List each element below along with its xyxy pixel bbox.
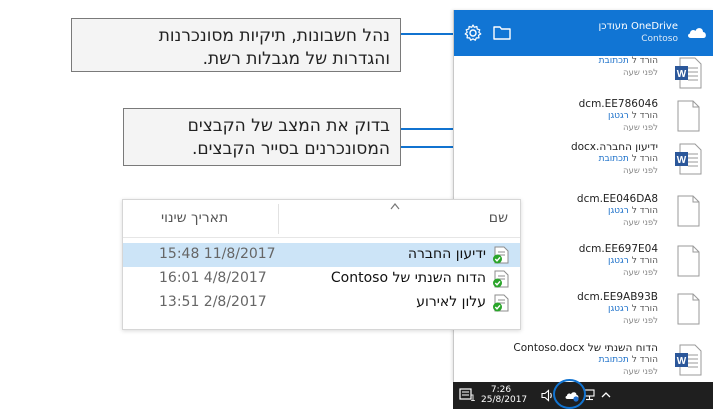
callout-manage-line1: נהל חשבונות, תיקיות מסונכרנות — [158, 26, 390, 46]
file-action-prefix: הורד ל — [631, 154, 658, 164]
callout-status-line1: בדוק את המצב של הקבצים — [187, 116, 390, 136]
file-time: לפני שעה — [622, 166, 658, 176]
file-item-text: dcm.EE697E04 הורד ל רגטגן לפני שעה — [579, 243, 658, 279]
word-document-icon: W — [675, 57, 702, 89]
file-action: הורד ל רגטגן — [579, 255, 658, 267]
file-name: הדוח השנתי של Contoso.docx — [513, 342, 658, 354]
file-action: הורד ל רגטגן — [577, 205, 658, 217]
synced-document-icon — [493, 294, 509, 312]
file-name: dcm.EE786046 — [578, 98, 658, 110]
file-item-text: dcm.EE786046 הורד ל רגטגן לפני שעה — [579, 98, 658, 134]
explorer-file-row[interactable]: 16:01 4/8/2017 הדוח השנתי של Contoso — [123, 267, 520, 291]
explorer-column-header: תאריך שינוי שם — [123, 200, 520, 238]
file-item-text: הורד ל תכתובת לפני שעה — [599, 55, 658, 79]
file-item-text: dcm.EE046DA8 הורד ל רגטגן לפני שעה — [577, 193, 658, 229]
file-name: dcm.EE697E04 — [578, 243, 658, 255]
file-item-text: הדוח השנתי של Contoso.docx הורד ל תכתובת ל… — [513, 342, 658, 378]
synced-document-icon — [493, 270, 509, 288]
file-item-text: dcm.EE9AB93B הורד ל רגטגן לפני שעה — [577, 291, 658, 327]
word-document-icon: W — [675, 344, 702, 376]
callout-file-status: בדוק את המצב של הקבצים המסונכרנים בסייר … — [123, 108, 401, 166]
file-action: הורד ל תכתובת — [513, 354, 658, 366]
callout-status-line2: המסונכרנים בסייר הקבצים. — [191, 139, 390, 159]
file-folder-link[interactable]: רגטגן — [608, 206, 629, 216]
file-action-prefix: הורד ל — [631, 304, 658, 314]
file-time: לפני שעה — [622, 316, 658, 326]
blank-file-icon — [677, 293, 700, 325]
row-date-modified: 13:51 2/8/2017 — [159, 294, 267, 310]
explorer-file-row[interactable]: 15:48 11/8/2017 ידיעון החברה — [123, 243, 520, 267]
taskbar-clock[interactable]: 7:26 25/8/2017 — [481, 385, 528, 405]
row-file-name: עלון לאירוע — [416, 294, 486, 310]
svg-text:W: W — [677, 69, 687, 80]
file-folder-link[interactable]: רגטגן — [608, 304, 629, 314]
clock-time: 7:26 — [490, 385, 512, 395]
gear-icon[interactable] — [463, 23, 483, 43]
file-explorer-snippet: תאריך שינוי שם 15:48 11/8/2017 ידיעון החב… — [122, 199, 521, 330]
file-name: dcm.EE9AB93B — [577, 291, 658, 303]
chevron-up-icon[interactable] — [600, 389, 612, 401]
blank-file-icon — [677, 100, 700, 132]
cloud-icon — [688, 28, 706, 38]
onedrive-panel-header: OneDrive מעודכן Contoso — [454, 10, 713, 56]
file-name: dcm.EE046DA8 — [576, 193, 658, 205]
callout-manage-line2: והגדרות של מגבלות רשת. — [202, 49, 390, 69]
synced-document-icon — [493, 246, 509, 264]
file-time: לפני שעה — [622, 268, 658, 278]
column-name[interactable]: שם — [489, 210, 508, 226]
file-folder-link[interactable]: רגטגן — [608, 111, 629, 121]
file-time: לפני שעה — [622, 218, 658, 228]
file-folder-link[interactable]: תכתובת — [599, 355, 629, 365]
column-date-modified[interactable]: תאריך שינוי — [161, 210, 228, 226]
file-folder-link[interactable]: רגטגן — [608, 256, 629, 266]
onedrive-status-text: OneDrive מעודכן — [598, 21, 678, 32]
file-action-prefix: הורד ל — [631, 355, 658, 365]
row-date-modified: 16:01 4/8/2017 — [159, 270, 267, 286]
file-action-prefix: הורד ל — [631, 56, 658, 66]
file-action: הורד ל רגטגן — [579, 110, 658, 122]
explorer-file-row[interactable]: 13:51 2/8/2017 עלון לאירוע — [123, 291, 520, 315]
file-action: הורד ל רגטגן — [577, 303, 658, 315]
row-file-name: הדוח השנתי של Contoso — [330, 270, 486, 286]
file-folder-link[interactable]: תכתובת — [599, 56, 629, 66]
blank-file-icon — [677, 245, 700, 277]
file-action: הורד ל תכתובת — [571, 153, 658, 165]
svg-text:W: W — [677, 356, 687, 367]
taskbar: 1 7:26 25/8/2017 — [453, 379, 713, 409]
row-file-name: ידיעון החברה — [407, 246, 486, 262]
file-time: לפני שעה — [622, 123, 658, 133]
tray-highlight-circle — [553, 379, 586, 409]
notification-count: 1 — [470, 394, 476, 404]
file-name: ידיעון החברה.docx — [570, 141, 658, 153]
file-action: הורד ל תכתובת — [599, 55, 658, 67]
row-date-modified: 15:48 11/8/2017 — [159, 246, 276, 262]
callout-manage-settings: נהל חשבונות, תיקיות מסונכרנות והגדרות של… — [71, 18, 401, 72]
svg-text:W: W — [677, 155, 687, 166]
file-time: לפני שעה — [622, 367, 658, 377]
file-action-prefix: הורד ל — [631, 206, 658, 216]
file-action-prefix: הורד ל — [631, 111, 658, 121]
column-separator[interactable] — [278, 204, 279, 234]
file-item-text: ידיעון החברה.docx הורד ל תכתובת לפני שעה — [571, 141, 658, 177]
blank-file-icon — [677, 195, 700, 227]
chevron-up-icon[interactable] — [389, 202, 401, 210]
onedrive-account-name: Contoso — [641, 34, 678, 44]
file-folder-link[interactable]: תכתובת — [599, 154, 629, 164]
onedrive-file-item[interactable]: W ידיעון החברה.docx הורד ל תכתובת לפני שעה — [454, 139, 713, 193]
file-time: לפני שעה — [622, 68, 658, 78]
clock-date: 25/8/2017 — [481, 395, 528, 405]
file-action-prefix: הורד ל — [631, 256, 658, 266]
onedrive-status-title: OneDrive מעודכן Contoso — [599, 21, 678, 45]
folder-icon[interactable] — [492, 23, 512, 43]
word-document-icon: W — [675, 143, 702, 175]
